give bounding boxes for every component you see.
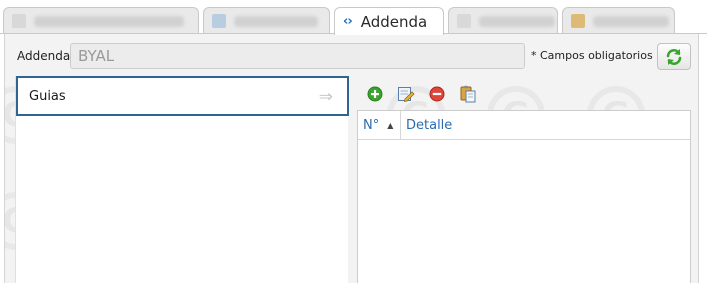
detail-toolbar	[365, 84, 489, 104]
refresh-icon	[666, 48, 682, 65]
edit-button[interactable]	[396, 84, 416, 104]
list-item-guias[interactable]: Guias ⇒	[16, 76, 349, 116]
tab-icon	[12, 14, 26, 28]
column-header-number-label: N°	[363, 118, 380, 133]
grid-header: N° ▲ Detalle	[358, 111, 690, 140]
tab-addenda[interactable]: ‹› Addenda	[334, 7, 444, 35]
copy-button[interactable]	[458, 84, 478, 104]
column-header-detail[interactable]: Detalle	[402, 111, 452, 140]
tab-blurred-label	[479, 15, 555, 27]
tab-strip: ‹› Addenda	[0, 0, 707, 35]
tab-blurred-label	[593, 15, 669, 27]
tab-icon	[212, 14, 226, 28]
copy-icon	[460, 85, 476, 103]
addenda-panel: G G G G G G G G G G G G G G Addenda * Ca…	[4, 34, 699, 283]
column-header-number[interactable]: N° ▲	[358, 111, 401, 140]
addenda-label: Addenda	[17, 49, 71, 63]
delete-icon	[429, 86, 445, 102]
list-item-label: Guias	[29, 88, 66, 104]
tab-blurred-3[interactable]	[448, 7, 558, 34]
tab-blurred-label	[34, 15, 184, 27]
column-header-detail-label: Detalle	[406, 118, 453, 133]
arrow-right-icon: ⇒	[318, 87, 333, 107]
refresh-button[interactable]	[657, 43, 691, 70]
grid-body	[358, 141, 690, 283]
sort-ascending-icon: ▲	[387, 121, 394, 130]
add-icon	[367, 86, 383, 102]
tab-blurred-4[interactable]	[562, 7, 675, 34]
tab-blurred-1[interactable]	[3, 7, 199, 34]
tab-icon	[457, 14, 471, 28]
edit-icon	[398, 87, 415, 103]
detail-grid: N° ▲ Detalle	[357, 110, 691, 283]
required-fields-note: * Campos obligatorios	[531, 49, 653, 62]
addenda-field[interactable]	[70, 43, 525, 69]
delete-button[interactable]	[427, 84, 447, 104]
tab-blurred-2[interactable]	[203, 7, 330, 34]
add-button[interactable]	[365, 84, 385, 104]
addenda-list: Guias ⇒	[15, 76, 349, 283]
tab-icon	[571, 14, 585, 28]
code-brackets-icon: ‹›	[343, 14, 353, 29]
tab-blurred-label	[234, 15, 318, 27]
tab-addenda-label: Addenda	[360, 12, 428, 31]
